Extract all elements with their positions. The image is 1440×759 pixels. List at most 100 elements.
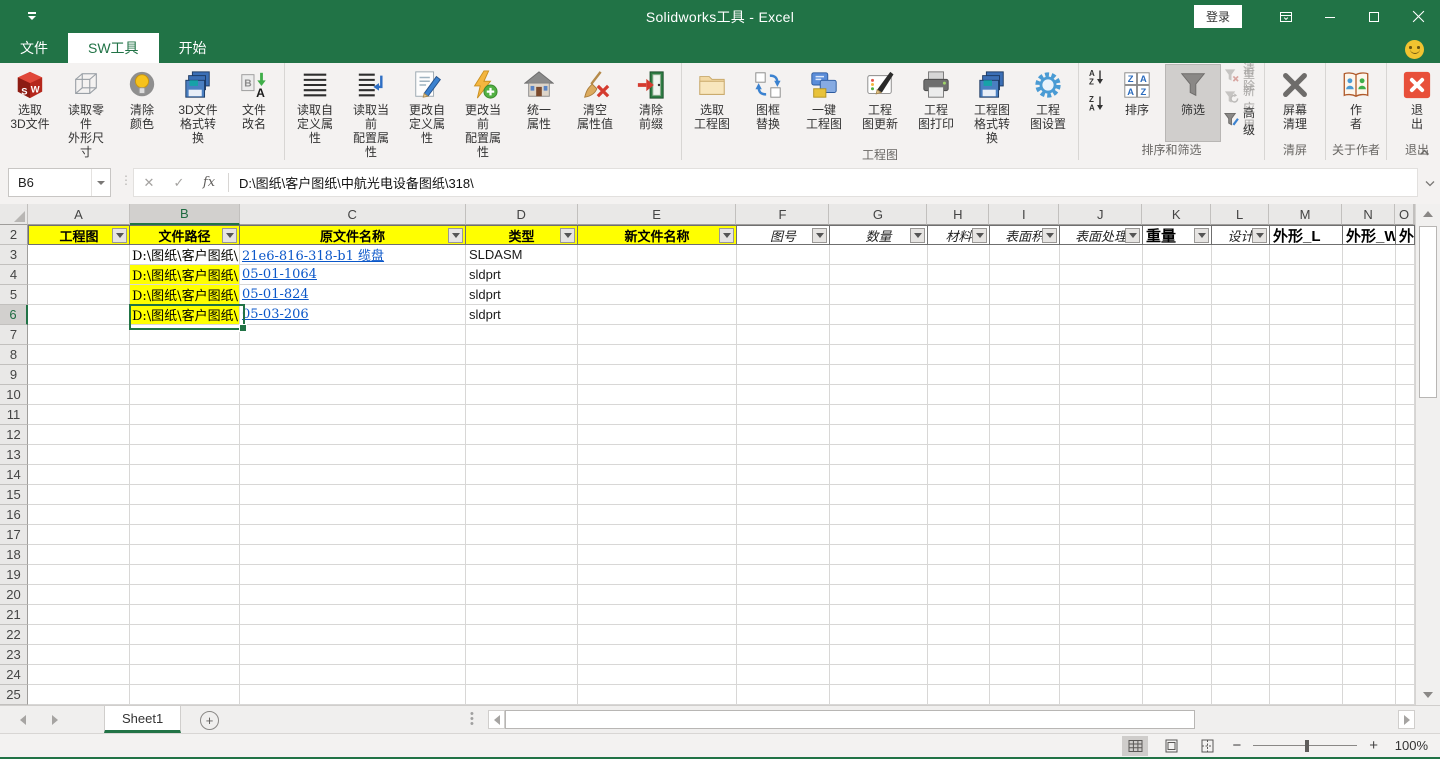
cell-K20[interactable]	[1143, 585, 1212, 605]
cell-I6[interactable]	[990, 305, 1060, 325]
cell-D15[interactable]	[466, 485, 578, 505]
cell-D21[interactable]	[466, 605, 578, 625]
cell-O20[interactable]	[1396, 585, 1415, 605]
cell-G17[interactable]	[830, 525, 928, 545]
cell-I16[interactable]	[990, 505, 1060, 525]
filter-dropdown-icon-E[interactable]	[719, 228, 734, 243]
column-header-O[interactable]: O	[1395, 204, 1414, 225]
page-break-view-icon[interactable]	[1194, 736, 1220, 756]
cell-N5[interactable]	[1343, 285, 1396, 305]
row-header-6[interactable]: 6	[0, 305, 28, 325]
cell-A4[interactable]	[28, 265, 130, 285]
cell-M15[interactable]	[1270, 485, 1343, 505]
cell-K13[interactable]	[1143, 445, 1212, 465]
cell-G8[interactable]	[830, 345, 928, 365]
cell-M16[interactable]	[1270, 505, 1343, 525]
cell-L6[interactable]	[1212, 305, 1270, 325]
cell-F13[interactable]	[737, 445, 830, 465]
cell-L4[interactable]	[1212, 265, 1270, 285]
cell-B21[interactable]	[130, 605, 240, 625]
row-header-2[interactable]: 2	[0, 225, 28, 245]
cell-C9[interactable]	[240, 365, 466, 385]
cell-N23[interactable]	[1343, 645, 1396, 665]
column-header-H[interactable]: H	[927, 204, 989, 225]
cell-E12[interactable]	[578, 425, 737, 445]
cell-L15[interactable]	[1212, 485, 1270, 505]
cell-C15[interactable]	[240, 485, 466, 505]
cell-H16[interactable]	[928, 505, 990, 525]
ribbon-button-更改当前配置属性[interactable]: 更改当前 配置属性	[455, 64, 511, 161]
ribbon-button-高级[interactable]: 高级	[1222, 110, 1261, 132]
cell-G24[interactable]	[830, 665, 928, 685]
cell-A5[interactable]	[28, 285, 130, 305]
cell-C13[interactable]	[240, 445, 466, 465]
cell-link-C6[interactable]: 05-03-206	[240, 307, 309, 322]
cell-D16[interactable]	[466, 505, 578, 525]
cell-N10[interactable]	[1343, 385, 1396, 405]
cell-A7[interactable]	[28, 325, 130, 345]
cell-C8[interactable]	[240, 345, 466, 365]
cell-B20[interactable]	[130, 585, 240, 605]
cell-M22[interactable]	[1270, 625, 1343, 645]
row-header-24[interactable]: 24	[0, 665, 28, 685]
cell-O5[interactable]	[1396, 285, 1415, 305]
cell-G15[interactable]	[830, 485, 928, 505]
cell-M13[interactable]	[1270, 445, 1343, 465]
cell-K15[interactable]	[1143, 485, 1212, 505]
cell-E21[interactable]	[578, 605, 737, 625]
cell-J19[interactable]	[1060, 565, 1143, 585]
cell-A22[interactable]	[28, 625, 130, 645]
cell-E18[interactable]	[578, 545, 737, 565]
cell-O14[interactable]	[1396, 465, 1415, 485]
cell-F19[interactable]	[737, 565, 830, 585]
cell-N25[interactable]	[1343, 685, 1396, 705]
cell-I24[interactable]	[990, 665, 1060, 685]
cell-L18[interactable]	[1212, 545, 1270, 565]
cell-C4[interactable]: 05-01-1064	[240, 265, 466, 285]
filter-dropdown-icon-I[interactable]	[1042, 228, 1057, 243]
row-header-4[interactable]: 4	[0, 265, 28, 285]
cell-I10[interactable]	[990, 385, 1060, 405]
cell-C17[interactable]	[240, 525, 466, 545]
cell-G10[interactable]	[830, 385, 928, 405]
row-header-8[interactable]: 8	[0, 345, 28, 365]
ribbon-button-工程图打印[interactable]: 工程 图打印	[908, 64, 964, 147]
ribbon-button-退出[interactable]: 退 出	[1389, 64, 1440, 142]
ribbon-button-清空属性值[interactable]: 清空 属性值	[567, 64, 623, 161]
cell-J9[interactable]	[1060, 365, 1143, 385]
cell-L7[interactable]	[1212, 325, 1270, 345]
cell-N18[interactable]	[1343, 545, 1396, 565]
cell-K22[interactable]	[1143, 625, 1212, 645]
cell-O16[interactable]	[1396, 505, 1415, 525]
cell-C22[interactable]	[240, 625, 466, 645]
horizontal-scrollbar[interactable]	[488, 710, 1415, 729]
minimize-button[interactable]	[1308, 0, 1352, 33]
zoom-slider[interactable]	[1253, 739, 1357, 753]
cell-I12[interactable]	[990, 425, 1060, 445]
cell-D13[interactable]	[466, 445, 578, 465]
cell-L20[interactable]	[1212, 585, 1270, 605]
cell-C24[interactable]	[240, 665, 466, 685]
cell-J14[interactable]	[1060, 465, 1143, 485]
cell-C18[interactable]	[240, 545, 466, 565]
cell-I4[interactable]	[990, 265, 1060, 285]
ribbon-button-屏幕清理[interactable]: 屏幕 清理	[1267, 64, 1323, 142]
cell-E11[interactable]	[578, 405, 737, 425]
cell-E14[interactable]	[578, 465, 737, 485]
cell-N15[interactable]	[1343, 485, 1396, 505]
cell-K21[interactable]	[1143, 605, 1212, 625]
cell-I7[interactable]	[990, 325, 1060, 345]
cell-H25[interactable]	[928, 685, 990, 705]
cell-G5[interactable]	[830, 285, 928, 305]
cell-L2[interactable]: 设计	[1212, 225, 1270, 245]
cell-H3[interactable]	[928, 245, 990, 265]
name-box[interactable]: B6	[8, 168, 111, 197]
cell-F9[interactable]	[737, 365, 830, 385]
cell-E17[interactable]	[578, 525, 737, 545]
cell-N14[interactable]	[1343, 465, 1396, 485]
cell-B18[interactable]	[130, 545, 240, 565]
insert-function-icon[interactable]: fx	[194, 175, 224, 190]
cell-F25[interactable]	[737, 685, 830, 705]
cell-K18[interactable]	[1143, 545, 1212, 565]
cell-J8[interactable]	[1060, 345, 1143, 365]
